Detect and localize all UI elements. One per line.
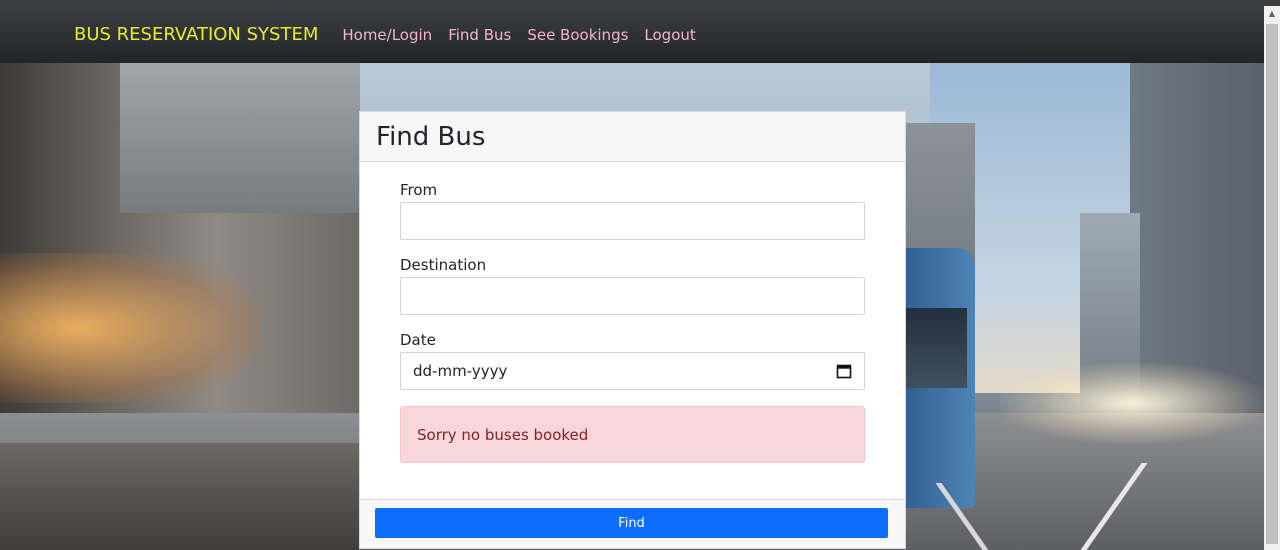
from-label: From <box>400 181 438 199</box>
date-group: Date dd-mm-yyyy <box>400 331 865 390</box>
page: BUS RESERVATION SYSTEM Home/Login Find B… <box>0 0 1280 550</box>
date-input[interactable]: dd-mm-yyyy <box>400 352 865 390</box>
nav-home-login[interactable]: Home/Login <box>342 26 432 44</box>
from-input[interactable] <box>400 202 865 240</box>
no-buses-alert: Sorry no buses booked <box>400 406 865 463</box>
nav-see-bookings[interactable]: See Bookings <box>527 26 628 44</box>
nav-find-bus[interactable]: Find Bus <box>448 26 511 44</box>
traffic-lights-glow <box>1000 363 1264 443</box>
from-group: From <box>400 181 865 240</box>
storefront-glow <box>0 253 260 403</box>
building-left-upper <box>120 63 360 213</box>
scroll-up-arrow-icon[interactable]: ▲ <box>1264 6 1280 22</box>
brand-link[interactable]: BUS RESERVATION SYSTEM <box>74 24 318 45</box>
destination-group: Destination <box>400 256 865 315</box>
scrollbar-thumb[interactable] <box>1266 24 1278 544</box>
sidewalk <box>0 443 360 550</box>
card-body: From Destination Date dd-mm-yyyy Sorry n… <box>360 162 905 463</box>
find-bus-card: Find Bus From Destination Date dd-mm-yyy… <box>359 111 906 549</box>
destination-input[interactable] <box>400 277 865 315</box>
date-placeholder: dd-mm-yyyy <box>413 362 508 380</box>
nav-links: Home/Login Find Bus See Bookings Logout <box>342 26 711 44</box>
nav-logout[interactable]: Logout <box>644 26 695 44</box>
date-label: Date <box>400 331 436 349</box>
bus-window <box>905 308 967 388</box>
destination-label: Destination <box>400 256 487 274</box>
card-footer: Find <box>360 499 905 548</box>
navbar: BUS RESERVATION SYSTEM Home/Login Find B… <box>0 6 1264 63</box>
card-header: Find Bus <box>360 112 905 162</box>
card-title: Find Bus <box>376 121 486 152</box>
calendar-icon[interactable] <box>836 363 852 379</box>
find-button[interactable]: Find <box>375 508 888 538</box>
